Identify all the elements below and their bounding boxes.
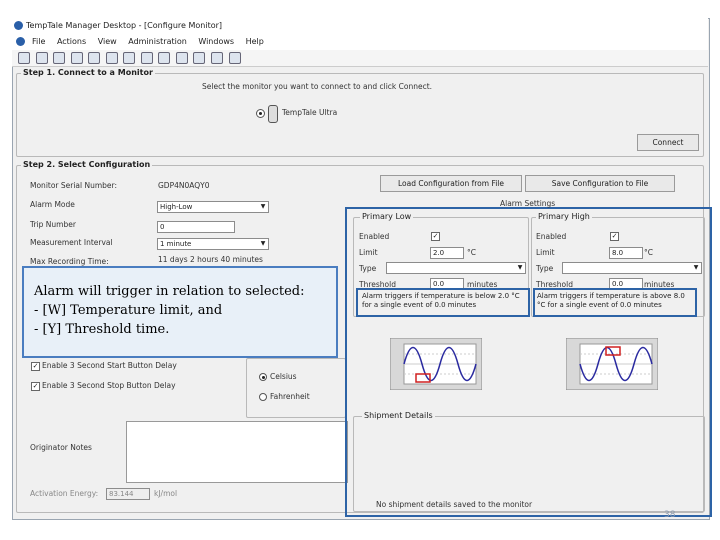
toolbar (12, 50, 708, 67)
stop-delay-checkbox[interactable]: ✓ (31, 382, 40, 391)
download-icon[interactable] (70, 52, 83, 64)
high-enabled-label: Enabled (536, 232, 567, 241)
celsius-radio[interactable] (259, 373, 267, 381)
low-limit-field[interactable]: 2.0 (430, 247, 464, 259)
low-limit-label: Limit (359, 248, 378, 257)
high-limit-label: Limit (536, 248, 555, 257)
interval-label: Measurement Interval (30, 238, 113, 247)
high-limit-field[interactable]: 8.0 (609, 247, 643, 259)
high-enabled-checkbox[interactable]: ✓ (610, 232, 619, 241)
activation-energy-label: Activation Energy: (30, 489, 99, 498)
originator-notes-label: Originator Notes (30, 443, 92, 452)
activation-energy-unit: kJ/mol (154, 489, 178, 498)
window-title: TempTale Manager Desktop - [Configure Mo… (26, 21, 223, 30)
fahrenheit-radio[interactable] (259, 393, 267, 401)
trip-number-label: Trip Number (30, 220, 76, 229)
menu-bar: File Actions View Administration Windows… (12, 34, 708, 51)
alarm-settings-title: Alarm Settings (500, 199, 556, 208)
menu-windows[interactable]: Windows (198, 37, 234, 46)
menu-view[interactable]: View (98, 37, 117, 46)
temperature-unit-group (246, 358, 346, 418)
max-time-label: Max Recording Time: (30, 257, 109, 266)
high-type-select[interactable]: ▼ (562, 262, 702, 274)
callout-line-3: - [Y] Threshold time. (34, 322, 170, 337)
chart-icon[interactable] (140, 52, 153, 64)
high-alarm-illustration (566, 338, 658, 390)
callout-line-1: Alarm will trigger in relation to select… (34, 284, 305, 299)
report-icon[interactable] (105, 52, 118, 64)
celsius-label: Celsius (270, 372, 297, 381)
shipment-details-group (353, 416, 705, 512)
save-icon[interactable] (35, 52, 48, 64)
step1-title: Step 1. Connect to a Monitor (21, 68, 155, 77)
export-icon[interactable] (211, 52, 224, 64)
chevron-down-icon: ▼ (693, 264, 699, 271)
serial-value: GDP4N0AQY0 (158, 181, 210, 190)
low-type-select[interactable]: ▼ (386, 262, 526, 274)
menu-help[interactable]: Help (246, 37, 264, 46)
step1-instruction: Select the monitor you want to connect t… (202, 82, 433, 91)
device-radio[interactable] (256, 109, 265, 118)
page-number: 38 (664, 510, 676, 520)
interval-value: 1 minute (160, 240, 192, 248)
max-time-value: 11 days 2 hours 40 minutes (158, 255, 263, 264)
low-limit-unit: °C (467, 248, 476, 257)
shipment-details-title: Shipment Details (362, 411, 435, 420)
device-label: TempTale Ultra (282, 108, 338, 117)
low-type-label: Type (359, 264, 377, 273)
load-config-button[interactable]: Load Configuration from File (380, 175, 522, 192)
alarm-mode-label: Alarm Mode (30, 200, 75, 209)
zoom-in-icon[interactable] (158, 52, 171, 64)
serial-label: Monitor Serial Number: (30, 181, 118, 190)
low-enabled-label: Enabled (359, 232, 390, 241)
help-icon[interactable] (228, 52, 241, 64)
chevron-down-icon: ▼ (260, 240, 266, 247)
print-icon[interactable] (193, 52, 206, 64)
start-delay-checkbox[interactable]: ✓ (31, 362, 40, 371)
monitor-icon[interactable] (53, 52, 66, 64)
low-enabled-checkbox[interactable]: ✓ (431, 232, 440, 241)
primary-high-title: Primary High (536, 212, 592, 221)
menu-administration[interactable]: Administration (128, 37, 187, 46)
temptale-device-icon (268, 105, 278, 123)
menu-actions[interactable]: Actions (57, 37, 86, 46)
activation-energy-field[interactable]: 83.144 (106, 488, 150, 500)
open-icon[interactable] (18, 52, 30, 64)
high-type-label: Type (536, 264, 554, 273)
menu-file[interactable]: File (32, 37, 45, 46)
chevron-down-icon: ▼ (517, 264, 523, 271)
interval-select[interactable]: 1 minute ▼ (157, 238, 269, 250)
shipment-empty-text: No shipment details saved to the monitor (376, 500, 533, 509)
fahrenheit-label: Fahrenheit (270, 392, 310, 401)
start-delay-label: Enable 3 Second Start Button Delay (42, 361, 177, 370)
trip-number-field[interactable]: 0 (157, 221, 235, 233)
connect-button[interactable]: Connect (637, 134, 699, 151)
table-icon[interactable] (123, 52, 136, 64)
app-logo-icon (14, 21, 23, 30)
low-alarm-summary: Alarm triggers if temperature is below 2… (362, 292, 520, 309)
zoom-out-icon[interactable] (175, 52, 188, 64)
menu-app-icon (16, 37, 25, 46)
low-alarm-illustration (390, 338, 482, 390)
primary-low-title: Primary Low (360, 212, 414, 221)
callout-line-2: - [W] Temperature limit, and (34, 303, 223, 318)
high-alarm-summary: Alarm triggers if temperature is above 8… (537, 292, 685, 309)
title-bar: TempTale Manager Desktop - [Configure Mo… (12, 18, 708, 34)
alarm-mode-value: High-Low (160, 203, 193, 211)
save-config-button[interactable]: Save Configuration to File (525, 175, 675, 192)
chevron-down-icon: ▼ (260, 203, 266, 210)
alarm-mode-select[interactable]: High-Low ▼ (157, 201, 269, 213)
high-limit-unit: °C (644, 248, 653, 257)
explanation-callout: Alarm will trigger in relation to select… (22, 266, 338, 358)
originator-notes-field[interactable] (126, 421, 348, 483)
stop-delay-label: Enable 3 Second Stop Button Delay (42, 381, 176, 390)
configure-icon[interactable] (88, 52, 101, 64)
step2-title: Step 2. Select Configuration (21, 160, 153, 169)
